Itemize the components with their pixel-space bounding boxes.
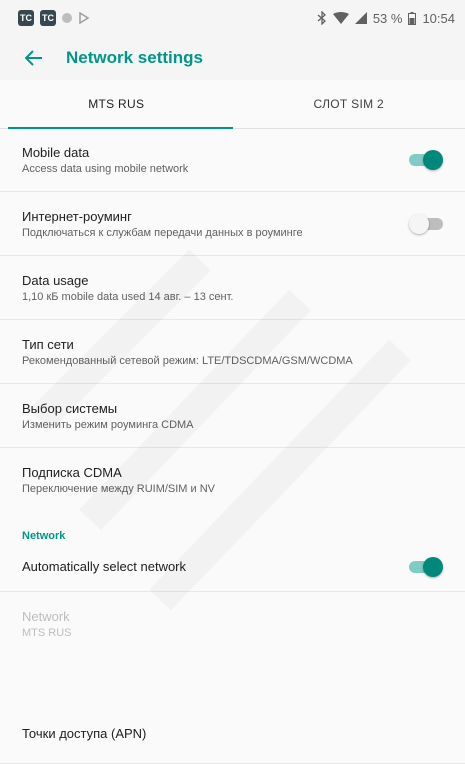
- item-title: Network: [22, 609, 72, 624]
- notification-dot-icon: [62, 13, 72, 23]
- item-title: Mobile data: [22, 145, 188, 160]
- signal-icon: [355, 12, 367, 24]
- auto-select-network-item[interactable]: Automatically select network: [0, 542, 465, 592]
- page-title: Network settings: [66, 48, 203, 68]
- item-title: Тип сети: [22, 337, 353, 352]
- item-summary: Рекомендованный сетевой режим: LTE/TDSCD…: [22, 355, 353, 367]
- item-summary: Переключение между RUIM/SIM и NV: [22, 483, 215, 495]
- status-bar-left: TC TC: [18, 10, 90, 26]
- network-type-item[interactable]: Тип сети Рекомендованный сетевой режим: …: [0, 320, 465, 384]
- arrow-back-icon: [25, 50, 43, 66]
- back-button[interactable]: [12, 36, 56, 80]
- tab-sim-2[interactable]: СЛОТ SIM 2: [233, 80, 465, 128]
- roaming-item[interactable]: Интернет-роуминг Подключаться к службам …: [0, 192, 465, 256]
- item-title: Выбор системы: [22, 401, 194, 416]
- wifi-icon: [333, 12, 349, 24]
- item-title: Data usage: [22, 273, 233, 288]
- item-summary: MTS RUS: [22, 627, 72, 639]
- item-title: Точки доступа (APN): [22, 726, 146, 741]
- data-usage-item[interactable]: Data usage 1,10 кБ mobile data used 14 а…: [0, 256, 465, 320]
- tc-app-icon: TC: [18, 10, 34, 26]
- tab-sim-1[interactable]: MTS RUS: [0, 80, 233, 128]
- mobile-data-switch[interactable]: [409, 150, 443, 170]
- sim-tabs: MTS RUS СЛОТ SIM 2: [0, 80, 465, 129]
- item-title: Подписка CDMA: [22, 465, 215, 480]
- battery-icon: [408, 12, 416, 25]
- item-summary: Access data using mobile network: [22, 163, 188, 175]
- item-summary: 1,10 кБ mobile data used 14 авг. – 13 се…: [22, 291, 233, 303]
- item-summary: Подключаться к службам передачи данных в…: [22, 227, 303, 239]
- cdma-subscription-item[interactable]: Подписка CDMA Переключение между RUIM/SI…: [0, 448, 465, 512]
- spacer: [0, 656, 465, 704]
- bluetooth-icon: [317, 11, 327, 25]
- network-item: Network MTS RUS: [0, 592, 465, 656]
- item-summary: Изменить режим роуминга CDMA: [22, 419, 194, 431]
- system-select-item[interactable]: Выбор системы Изменить режим роуминга CD…: [0, 384, 465, 448]
- app-bar: Network settings: [0, 36, 465, 80]
- play-store-icon: [78, 12, 90, 24]
- item-title: Интернет-роуминг: [22, 209, 303, 224]
- network-section-header: Network: [0, 512, 465, 542]
- item-title: Automatically select network: [22, 559, 186, 574]
- battery-percent: 53 %: [373, 11, 403, 26]
- clock: 10:54: [422, 11, 455, 26]
- roaming-switch[interactable]: [409, 214, 443, 234]
- status-bar-right: 53 % 10:54: [317, 11, 455, 26]
- auto-select-network-switch[interactable]: [409, 557, 443, 577]
- settings-list: Mobile data Access data using mobile net…: [0, 128, 465, 764]
- tc-app-icon: TC: [40, 10, 56, 26]
- status-bar: TC TC 53 % 10:54: [0, 0, 465, 36]
- mobile-data-item[interactable]: Mobile data Access data using mobile net…: [0, 128, 465, 192]
- apn-item[interactable]: Точки доступа (APN): [0, 704, 465, 764]
